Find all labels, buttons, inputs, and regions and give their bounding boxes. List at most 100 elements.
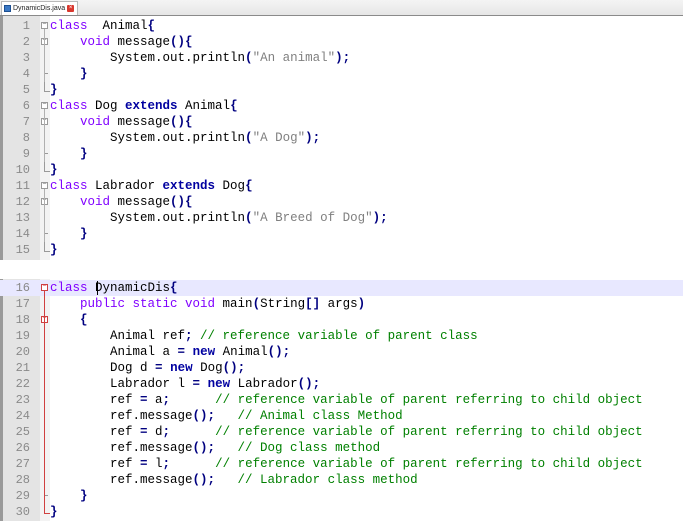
code-text: ref.message(); // Dog class method xyxy=(50,440,380,456)
code-text: { xyxy=(50,312,88,328)
line-number: 11 xyxy=(15,179,30,193)
code-line[interactable]: 15} xyxy=(0,242,683,258)
code-line[interactable]: 26 ref.message(); // Dog class method xyxy=(0,440,683,456)
keyword-token: class xyxy=(50,281,88,295)
code-token: = xyxy=(140,457,148,471)
code-line[interactable]: 28 ref.message(); // Labrador class meth… xyxy=(0,472,683,488)
code-token: ); xyxy=(335,51,351,65)
code-token: System.out.println xyxy=(50,51,246,65)
code-token: message xyxy=(110,195,171,209)
code-line[interactable]: 17 public static void main(String[] args… xyxy=(0,296,683,312)
code-token: ( xyxy=(245,131,253,145)
line-number: 18 xyxy=(15,313,30,327)
line-number: 4 xyxy=(22,67,30,81)
code-text: } xyxy=(50,162,58,178)
line-number: 10 xyxy=(15,163,30,177)
line-number: 5 xyxy=(22,83,30,97)
code-line[interactable]: 24 ref.message(); // Animal class Method xyxy=(0,408,683,424)
fold-toggle-icon[interactable]: − xyxy=(41,102,48,109)
code-line[interactable]: 18− { xyxy=(0,312,683,328)
code-line[interactable]: 25 ref = d; // reference variable of par… xyxy=(0,424,683,440)
code-token: (); xyxy=(267,345,291,359)
keyword-token: class xyxy=(50,19,88,33)
code-text: ref = a; // reference variable of parent… xyxy=(50,392,643,408)
code-token: message xyxy=(110,35,171,49)
code-text: } xyxy=(50,504,58,520)
code-token: a xyxy=(147,393,163,407)
fold-toggle-icon[interactable]: − xyxy=(41,284,48,291)
code-token: } xyxy=(80,489,88,503)
text-caret xyxy=(97,281,98,295)
comment-token: // Dog class method xyxy=(215,441,381,455)
code-token: ref xyxy=(50,393,141,407)
code-token: l xyxy=(147,457,163,471)
line-number: 15 xyxy=(15,243,30,257)
fold-toggle-icon[interactable]: − xyxy=(41,182,48,189)
code-text: Labrador l = new Labrador(); xyxy=(50,376,320,392)
code-token: ref.message xyxy=(50,441,193,455)
line-number: 2 xyxy=(22,35,30,49)
code-line[interactable]: 20 Animal a = new Animal(); xyxy=(0,344,683,360)
fold-guide-line xyxy=(44,109,45,162)
fold-guide-line xyxy=(44,29,45,82)
line-number: 1 xyxy=(22,19,30,33)
code-token: Animal ref xyxy=(50,329,186,343)
code-token: (); xyxy=(192,409,216,423)
code-token: } xyxy=(50,505,58,519)
code-line[interactable]: 10} xyxy=(0,162,683,178)
comment-token: // reference variable of parent referrin… xyxy=(170,425,643,439)
code-line[interactable]: 23 ref = a; // reference variable of par… xyxy=(0,392,683,408)
code-line[interactable]: 5} xyxy=(0,82,683,98)
code-text: Animal a = new Animal(); xyxy=(50,344,290,360)
code-token: } xyxy=(50,243,58,257)
keyword-token: new xyxy=(170,361,193,375)
code-token: (); xyxy=(192,441,216,455)
code-line[interactable]: 21 Dog d = new Dog(); xyxy=(0,360,683,376)
editor-panel-bottom[interactable]: 16− class DynamicDis{17 public static voi… xyxy=(0,279,683,521)
code-line[interactable]: 13 System.out.println("A Breed of Dog"); xyxy=(0,210,683,226)
line-number: 14 xyxy=(15,227,30,241)
code-token: System.out.println xyxy=(50,211,246,225)
code-line[interactable]: 29 } xyxy=(0,488,683,504)
fold-guide-line xyxy=(44,291,45,513)
code-line[interactable]: 12− void message(){ xyxy=(0,194,683,210)
code-line[interactable]: 22 Labrador l = new Labrador(); xyxy=(0,376,683,392)
code-token: = xyxy=(177,345,186,359)
code-token: (){ xyxy=(170,195,193,209)
code-line[interactable]: 2− void message(){ xyxy=(0,34,683,50)
fold-toggle-icon[interactable]: − xyxy=(41,22,48,29)
comment-token: // reference variable of parent referrin… xyxy=(170,457,643,471)
code-token: ); xyxy=(372,211,388,225)
code-token: } xyxy=(80,147,88,161)
code-line[interactable]: 14 } xyxy=(0,226,683,242)
code-line[interactable]: 19 Animal ref; // reference variable of … xyxy=(0,328,683,344)
code-line[interactable]: 9 } xyxy=(0,146,683,162)
tab-label: DynamicDis.java xyxy=(13,5,66,12)
code-text: System.out.println("A Dog"); xyxy=(50,130,320,146)
tab-dynamicdis-java[interactable]: DynamicDis.java × xyxy=(1,1,79,15)
code-line[interactable]: 11 − class Labrador extends Dog{ xyxy=(0,178,683,194)
close-icon[interactable]: × xyxy=(67,5,75,12)
save-icon xyxy=(4,5,11,12)
code-token: = xyxy=(192,377,201,391)
code-line[interactable]: 4 } xyxy=(0,66,683,82)
code-line[interactable]: 1 − class Animal{ xyxy=(0,18,683,34)
code-line[interactable]: 27 ref = l; // reference variable of par… xyxy=(0,456,683,472)
code-text: } xyxy=(50,146,88,162)
code-line[interactable]: 16 − class DynamicDis{ xyxy=(0,280,683,296)
code-line[interactable]: 30} xyxy=(0,504,683,520)
code-text: class Animal{ xyxy=(50,18,155,34)
editor-panel-top[interactable]: 1−class Animal{2− void message(){3 Syste… xyxy=(0,16,683,260)
code-line[interactable]: 7− void message(){ xyxy=(0,114,683,130)
code-token: d xyxy=(147,425,163,439)
code-line[interactable]: 6 − class Dog extends Animal{ xyxy=(0,98,683,114)
code-line[interactable]: 3 System.out.println("An animal"); xyxy=(0,50,683,66)
code-token: { xyxy=(147,19,156,33)
code-line[interactable]: 8 System.out.println("A Dog"); xyxy=(0,130,683,146)
code-token: ; xyxy=(185,329,193,343)
